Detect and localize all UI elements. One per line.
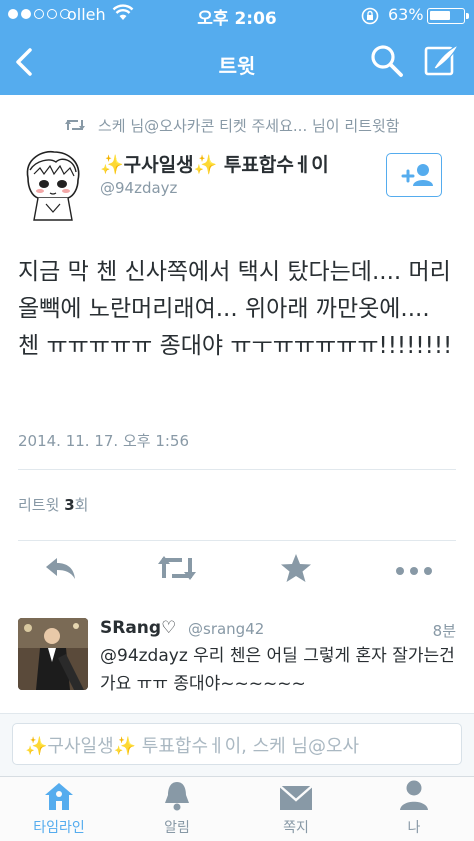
author-avatar[interactable] — [20, 148, 86, 222]
envelope-icon — [279, 785, 313, 815]
reply-tweet[interactable]: SRang♡ @srang42 8분 @94zdayz 우리 첸은 어딜 그렇게… — [0, 600, 474, 713]
back-button[interactable] — [6, 38, 46, 86]
battery-percent: 63% — [388, 5, 424, 24]
reply-author-avatar[interactable] — [18, 618, 88, 690]
divider — [18, 469, 456, 470]
follow-button[interactable] — [386, 153, 442, 197]
favorite-button[interactable] — [273, 547, 319, 593]
more-button[interactable] — [391, 547, 437, 593]
reply-input-placeholder: ✨구사일생✨ 투표합수ㅔ이, 스케 님@오사 — [25, 736, 360, 757]
author-name[interactable]: ✨구사일생✨ 투표합수ㅔ이 — [100, 150, 329, 177]
author-handle[interactable]: @94zdayz — [100, 179, 177, 197]
reply-author-handle[interactable]: @srang42 — [188, 620, 264, 638]
retweet-icon — [156, 554, 198, 586]
reply-button[interactable] — [37, 547, 83, 593]
reply-text: @94zdayz 우리 첸은 어딜 그렇게 혼자 잘가는건가요 ㅠㅠ 종대야~~… — [100, 646, 455, 694]
rotation-lock-icon — [360, 6, 380, 30]
tab-label: 타임라인 — [33, 820, 85, 836]
add-user-icon — [387, 164, 441, 200]
retweeted-by-text: 스케 님@오사카콘 티켓 주세요... 님이 리트윗함 — [98, 116, 400, 135]
more-dots-icon — [395, 561, 433, 580]
bell-icon — [162, 779, 192, 815]
compose-button[interactable] — [422, 42, 462, 80]
tab-messages[interactable]: 쪽지 — [237, 777, 355, 841]
battery-icon — [427, 8, 469, 24]
tab-label: 쪽지 — [283, 820, 309, 836]
star-icon — [280, 553, 312, 587]
retweet-button[interactable] — [154, 547, 200, 593]
sparkle-emoji: ✨ — [193, 154, 218, 176]
tab-timeline[interactable]: 타임라인 — [0, 777, 118, 841]
person-icon — [399, 779, 429, 815]
top-bar: olleh 오후 2:06 63% 트윗 — [0, 0, 474, 95]
divider — [18, 540, 456, 541]
tweet-actions — [0, 547, 474, 593]
retweet-icon — [64, 118, 86, 132]
tab-notifications[interactable]: 알림 — [118, 777, 236, 841]
sparkle-emoji: ✨ — [100, 154, 124, 176]
status-bar: olleh 오후 2:06 63% — [0, 0, 474, 30]
retweeted-by-line[interactable]: 스케 님@오사카콘 티켓 주세요... 님이 리트윗함 — [64, 114, 464, 136]
home-icon — [43, 781, 75, 815]
reply-author-name[interactable]: SRang♡ — [100, 618, 176, 638]
tweet-timestamp: 2014. 11. 17. 오후 1:56 — [18, 432, 190, 450]
reply-input[interactable]: ✨구사일생✨ 투표합수ㅔ이, 스케 님@오사 — [12, 723, 462, 765]
reply-time: 8분 — [432, 622, 456, 640]
tab-label: 나 — [407, 820, 421, 836]
retweet-count[interactable]: 리트윗 3회 — [18, 494, 88, 515]
compose-quill-icon — [422, 43, 462, 84]
tweet-text: 지금 막 첸 신사쪽에서 택시 탔다는데.... 머리 올빽에 노란머리래여..… — [18, 259, 453, 359]
search-icon — [368, 45, 406, 84]
reply-icon — [43, 554, 77, 586]
search-button[interactable] — [368, 42, 406, 80]
tab-me[interactable]: 나 — [355, 777, 473, 841]
reply-bar: ✨구사일생✨ 투표합수ㅔ이, 스케 님@오사 — [0, 713, 474, 776]
tab-bar: 타임라인 알림 쪽지 나 — [0, 776, 474, 841]
tab-label: 알림 — [164, 820, 190, 836]
